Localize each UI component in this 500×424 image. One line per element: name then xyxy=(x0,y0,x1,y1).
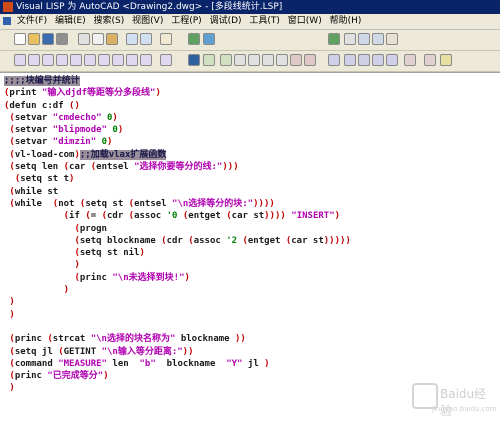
step-out-icon[interactable] xyxy=(42,54,54,66)
code-string: "INSERT" xyxy=(291,211,335,222)
continue-icon[interactable] xyxy=(56,54,68,66)
menu-bar: 文件(F) 编辑(E) 搜索(S) 视图(V) 工程(P) 调试(D) 工具(T… xyxy=(0,14,500,30)
document-icon[interactable] xyxy=(3,17,11,25)
print-icon[interactable] xyxy=(56,33,68,45)
prev-bookmark-icon[interactable] xyxy=(372,33,384,45)
apropos-icon[interactable] xyxy=(358,54,370,66)
new-file-icon[interactable] xyxy=(14,33,26,45)
symbol-service-icon[interactable] xyxy=(372,54,384,66)
code-comment: ;;;;块编号并统计 xyxy=(4,76,80,86)
load-selection-icon[interactable] xyxy=(220,54,232,66)
uncomment-block-icon[interactable] xyxy=(304,54,316,66)
check-window-icon[interactable] xyxy=(234,54,246,66)
watermark-text: Baidu经验 xyxy=(440,387,487,418)
debug-toolbar xyxy=(0,51,500,72)
redo-icon[interactable] xyxy=(140,33,152,45)
code-string: "\n未选择到块!" xyxy=(112,272,185,283)
code-string: "dimzin" xyxy=(52,137,97,148)
title-bar: Visual LISP 为 AutoCAD <Drawing2.dwg> - [… xyxy=(0,0,500,14)
inspect-icon[interactable] xyxy=(160,54,172,66)
watermark: Baidu经验 jingyan.baidu.com xyxy=(412,381,497,418)
clear-bookmarks-icon[interactable] xyxy=(386,33,398,45)
step-over-icon[interactable] xyxy=(28,54,40,66)
list-icon[interactable] xyxy=(424,54,436,66)
paste-icon[interactable] xyxy=(106,33,118,45)
code-string: "选择你要等分的线:" xyxy=(134,162,223,173)
step-into-icon[interactable] xyxy=(14,54,26,66)
load-window-icon[interactable] xyxy=(203,54,215,66)
watch-window-icon[interactable] xyxy=(328,54,340,66)
step-indicator-icon[interactable] xyxy=(140,54,152,66)
copy-icon[interactable] xyxy=(92,33,104,45)
code-editor[interactable]: ;;;;块编号并统计 (print "输入djdf等距等分多段线") (defu… xyxy=(0,72,500,424)
help-icon[interactable] xyxy=(440,54,452,66)
open-folder-icon[interactable] xyxy=(28,33,40,45)
menu-project[interactable]: 工程(P) xyxy=(171,16,201,26)
menu-search[interactable]: 搜索(S) xyxy=(94,16,125,26)
next-bookmark-icon[interactable] xyxy=(358,33,370,45)
search-find-icon[interactable] xyxy=(328,33,340,45)
save-icon[interactable] xyxy=(42,33,54,45)
watermark-url: jingyan.baidu.com xyxy=(432,405,497,413)
complete-word-icon[interactable] xyxy=(160,33,172,45)
window-title: Visual LISP 为 AutoCAD <Drawing2.dwg> - [… xyxy=(16,2,283,12)
code-string: "\n选择的块名称为" xyxy=(90,334,176,345)
app-icon xyxy=(3,2,13,12)
toggle-console-icon[interactable] xyxy=(404,54,416,66)
code-string: "Y" xyxy=(226,358,243,369)
toggle-breakpoint-icon[interactable] xyxy=(98,54,110,66)
menu-debug[interactable]: 调试(D) xyxy=(210,16,242,26)
find-icon[interactable] xyxy=(188,33,200,45)
undo-icon[interactable] xyxy=(126,33,138,45)
code-string: "已完成等分" xyxy=(47,371,104,382)
cut-icon[interactable] xyxy=(78,33,90,45)
quit-icon[interactable] xyxy=(70,54,82,66)
add-watch-icon[interactable] xyxy=(112,54,124,66)
menu-tools[interactable]: 工具(T) xyxy=(249,16,280,26)
menu-edit[interactable]: 编辑(E) xyxy=(55,16,86,26)
inspect-window-icon[interactable] xyxy=(386,54,398,66)
format-window-icon[interactable] xyxy=(262,54,274,66)
code-string: "MEASURE" xyxy=(58,358,107,369)
code-comment: ;;加载vlax扩展函数 xyxy=(79,149,167,160)
toggle-bookmark-icon[interactable] xyxy=(344,33,356,45)
menu-help[interactable]: 帮助(H) xyxy=(330,16,362,26)
menu-view[interactable]: 视图(V) xyxy=(132,16,163,26)
standard-toolbar: car ▼ xyxy=(0,30,500,77)
reset-icon[interactable] xyxy=(84,54,96,66)
replace-icon[interactable] xyxy=(203,33,215,45)
menu-file[interactable]: 文件(F) xyxy=(17,16,47,26)
trace-icon[interactable] xyxy=(344,54,356,66)
format-selection-icon[interactable] xyxy=(276,54,288,66)
code-string: "\n选择等分的块:" xyxy=(172,198,254,209)
activate-autocad-icon[interactable] xyxy=(188,54,200,66)
code-string: "\n输入等分距离:" xyxy=(101,346,183,357)
menu-window[interactable]: 窗口(W) xyxy=(288,16,322,26)
code-string: "cmdecho" xyxy=(52,112,102,123)
code-string: "b" xyxy=(139,358,156,369)
comment-block-icon[interactable] xyxy=(290,54,302,66)
check-selection-icon[interactable] xyxy=(248,54,260,66)
code-string: "输入djdf等距等分多段线" xyxy=(41,88,156,99)
code-string: "blipmode" xyxy=(52,125,107,136)
code-text: ;;;;块编号并统计 (print "输入djdf等距等分多段线") (defu… xyxy=(4,76,351,394)
last-break-icon[interactable] xyxy=(126,54,138,66)
